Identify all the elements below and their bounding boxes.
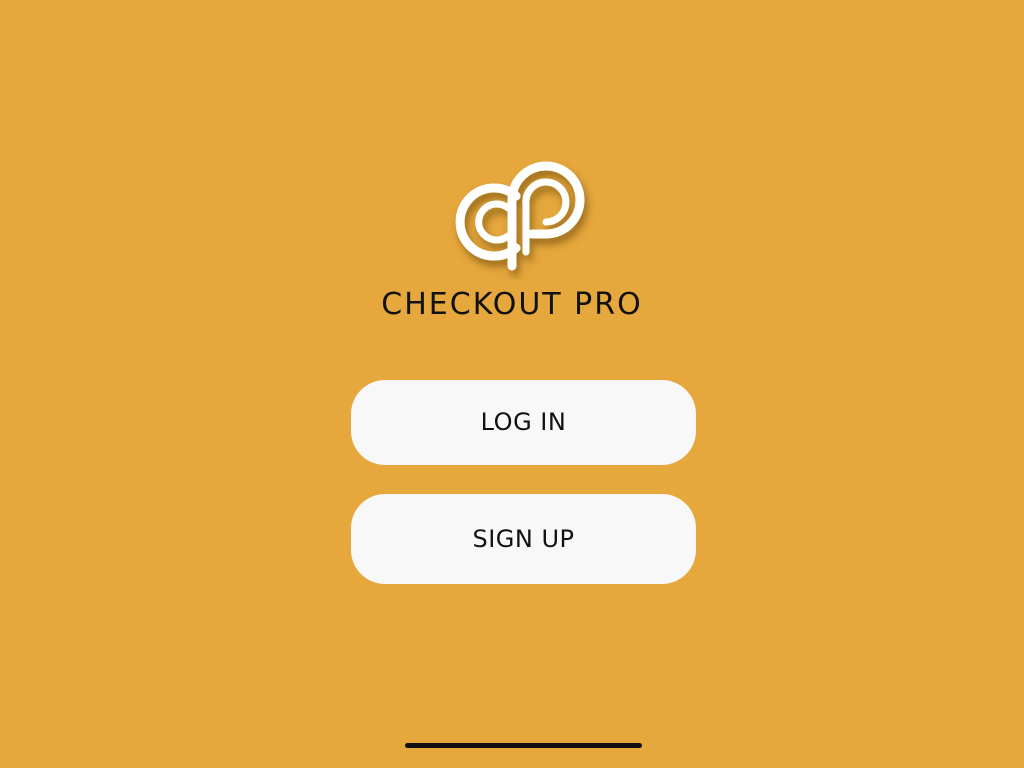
app-title: CHECKOUT PRO bbox=[381, 287, 643, 322]
login-button[interactable]: LOG IN bbox=[351, 380, 696, 465]
checkout-pro-logo-icon bbox=[446, 156, 602, 280]
welcome-screen: CHECKOUT PRO LOG IN SIGN UP bbox=[0, 0, 1024, 768]
signup-button[interactable]: SIGN UP bbox=[351, 494, 696, 584]
home-indicator[interactable] bbox=[405, 743, 642, 748]
